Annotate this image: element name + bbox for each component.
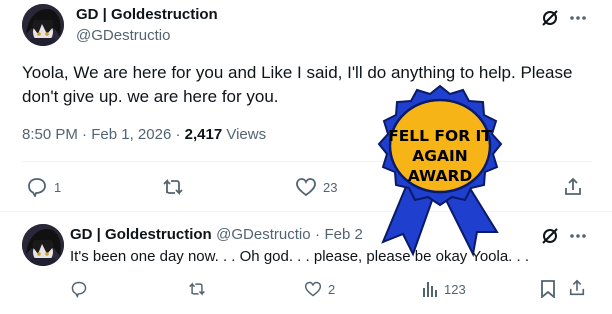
avatar[interactable]: [22, 4, 64, 46]
award-line-2: AGAIN: [412, 147, 468, 165]
avatar[interactable]: [22, 224, 64, 266]
author-handle[interactable]: @GDestructio: [76, 27, 170, 44]
like-count: 23: [323, 179, 338, 195]
views-label: Views: [226, 126, 267, 143]
share-button[interactable]: [563, 177, 583, 197]
post-date[interactable]: Feb 1, 2026: [91, 126, 171, 143]
grok-icon[interactable]: [540, 226, 560, 251]
retweet-icon: [189, 282, 205, 296]
share-button[interactable]: [568, 279, 586, 297]
views-button[interactable]: 123: [422, 280, 466, 298]
like-icon: [296, 178, 316, 197]
bookmark-icon: [541, 280, 555, 298]
more-icon[interactable]: [568, 226, 588, 251]
award-text: FELL FOR IT AGAIN AWARD: [375, 126, 505, 186]
post-meta: 8:50 PM · Feb 1, 2026 · 2,417 Views: [22, 126, 266, 143]
reply-header: GD | Goldestruction @GDestructio · Feb 2: [70, 226, 363, 244]
views-count: 2,417: [184, 126, 223, 143]
post-time[interactable]: 8:50 PM: [22, 126, 78, 143]
author-name[interactable]: GD | Goldestruction: [76, 6, 218, 23]
retweet-button[interactable]: [188, 280, 206, 298]
reply-icon: [28, 178, 46, 197]
reply-icon: [71, 281, 87, 298]
avatar-image: [22, 224, 64, 266]
author-name[interactable]: GD | Goldestruction: [70, 226, 212, 243]
award-badge: FELL FOR IT AGAIN AWARD: [355, 82, 525, 272]
author-handle[interactable]: @GDestructio: [216, 226, 310, 243]
grok-icon[interactable]: [540, 8, 560, 33]
like-count: 2: [328, 281, 336, 297]
meta-separator: ·: [175, 126, 181, 143]
views-count: 123: [444, 281, 466, 297]
retweet-icon: [163, 178, 183, 196]
bookmark-button[interactable]: [540, 280, 556, 298]
reply-count: 1: [54, 179, 62, 195]
more-icon[interactable]: [568, 8, 588, 33]
avatar-image: [22, 4, 64, 46]
retweet-button[interactable]: [162, 177, 184, 197]
meta-separator: ·: [82, 126, 88, 143]
views-icon: [423, 282, 437, 297]
award-line-3: AWARD: [407, 167, 473, 185]
reply-button[interactable]: [70, 280, 88, 298]
share-icon: [565, 177, 581, 195]
like-icon: [304, 281, 322, 297]
reply-button[interactable]: 1: [26, 177, 61, 197]
like-button[interactable]: 23: [295, 177, 337, 197]
like-button[interactable]: 2: [304, 280, 335, 298]
meta-separator: ·: [315, 226, 321, 243]
share-icon: [569, 279, 585, 296]
award-line-1: FELL FOR IT: [388, 127, 492, 145]
